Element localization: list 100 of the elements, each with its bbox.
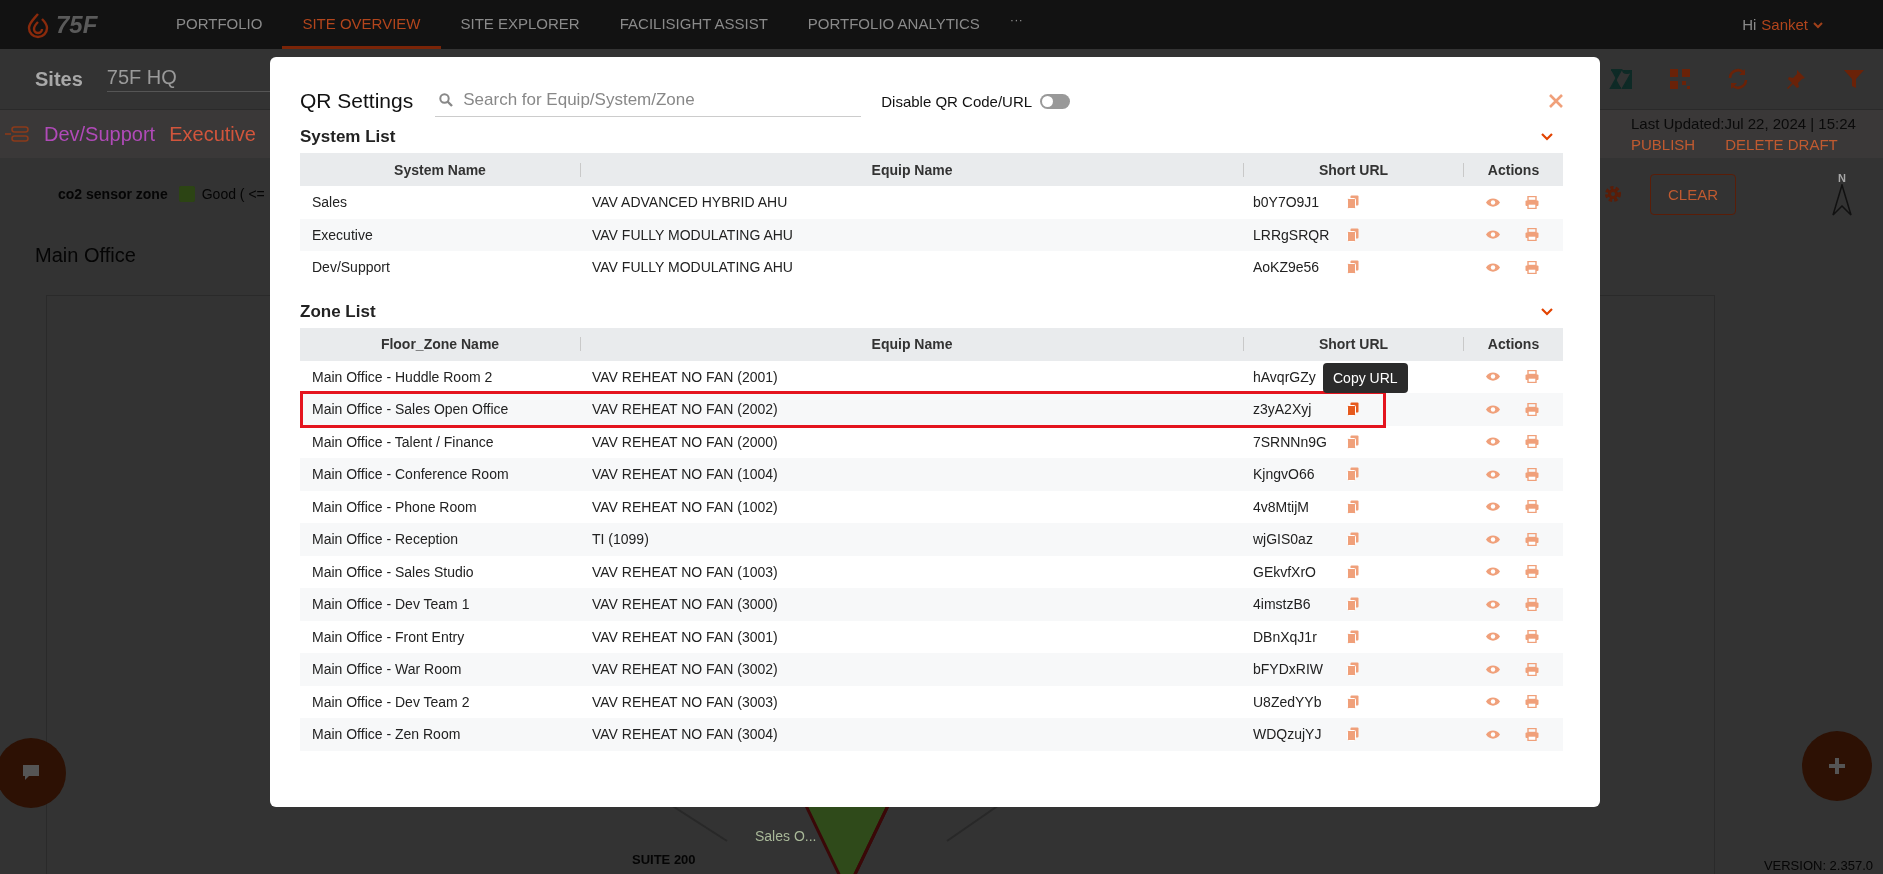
settings-icon[interactable] (1603, 184, 1623, 204)
draft-action-link[interactable]: PUBLISH (1631, 136, 1696, 153)
section-title: Zone List (300, 301, 376, 322)
eye-icon[interactable] (1485, 468, 1501, 480)
copy-icon[interactable] (1347, 727, 1359, 742)
printer-icon[interactable] (1525, 402, 1539, 416)
filter-tag[interactable]: Executive (169, 122, 256, 146)
eye-icon[interactable] (1485, 501, 1501, 513)
eye-icon[interactable] (1485, 436, 1501, 448)
compass-north-label: N (1838, 172, 1846, 184)
table-cell-text: VAV FULLY MODULATING AHU (591, 259, 794, 276)
table-cell-text: Main Office - Sales Open Office (311, 401, 510, 418)
printer-icon[interactable] (1525, 565, 1539, 579)
short-url-text: U8ZedYYb (1253, 693, 1323, 710)
nav-tab[interactable]: FACILISIGHT ASSIST (599, 0, 788, 49)
table-cell-text: VAV REHEAT NO FAN (3000) (591, 596, 779, 613)
toggle-label: Disable QR Code/URL (881, 92, 1033, 110)
copy-icon[interactable] (1347, 195, 1359, 210)
table-cell-text: VAV FULLY MODULATING AHU (591, 226, 794, 243)
eye-icon[interactable] (1485, 696, 1501, 708)
filter-tag[interactable]: Dev/Support (44, 122, 156, 146)
short-url-text: GEkvfXrO (1253, 563, 1317, 580)
table-cell-text: VAV REHEAT NO FAN (3001) (591, 628, 779, 645)
zone-label: Sales O... (755, 828, 817, 844)
copy-icon[interactable] (1347, 402, 1359, 417)
caret-icon (1813, 20, 1823, 29)
copy-icon[interactable] (1347, 597, 1359, 612)
eye-icon[interactable] (1485, 371, 1501, 383)
table-cell-text: VAV REHEAT NO FAN (3003) (591, 693, 779, 710)
short-url-text: 4imstzB6 (1253, 596, 1312, 613)
search-icon (439, 92, 454, 107)
copy-icon[interactable] (1347, 694, 1359, 709)
printer-icon[interactable] (1525, 662, 1539, 676)
nav-tab[interactable]: PORTFOLIO (156, 0, 283, 49)
copy-icon[interactable] (1347, 662, 1359, 677)
printer-icon[interactable] (1525, 370, 1539, 384)
eye-icon[interactable] (1485, 403, 1501, 415)
copy-icon[interactable] (1347, 260, 1359, 275)
eye-icon[interactable] (1485, 728, 1501, 740)
plus-icon (1828, 757, 1846, 775)
refresh-icon[interactable] (1727, 68, 1749, 90)
qr-grid-icon[interactable] (1669, 68, 1691, 90)
printer-icon[interactable] (1525, 228, 1539, 242)
printer-icon[interactable] (1525, 195, 1539, 209)
copy-icon[interactable] (1347, 467, 1359, 482)
short-url-text: b0Y7O9J1 (1253, 194, 1321, 211)
pin-icon[interactable] (1785, 68, 1807, 90)
copy-icon[interactable] (1347, 564, 1359, 579)
draft-action-link[interactable]: DELETE DRAFT (1725, 136, 1838, 153)
column-header: Actions (1463, 162, 1563, 177)
eye-icon[interactable] (1485, 598, 1501, 610)
short-url-text: 7SRNNn9G (1253, 433, 1328, 450)
table-cell-text: VAV REHEAT NO FAN (2001) (591, 368, 779, 385)
short-url-text: DBnXqJ1r (1253, 628, 1318, 645)
short-url-text: wjGIS0az (1253, 531, 1314, 548)
eye-icon[interactable] (1485, 663, 1501, 675)
printer-icon[interactable] (1525, 597, 1539, 611)
eye-icon[interactable] (1485, 229, 1501, 241)
table-cell-text: Main Office - Front Entry (311, 628, 466, 645)
sites-label: Sites (35, 67, 83, 91)
printer-icon[interactable] (1525, 467, 1539, 481)
printer-icon[interactable] (1525, 695, 1539, 709)
copy-icon[interactable] (1347, 532, 1359, 547)
printer-icon[interactable] (1525, 260, 1539, 274)
copy-icon[interactable] (1347, 434, 1359, 449)
printer-icon[interactable] (1525, 532, 1539, 546)
eye-icon[interactable] (1485, 566, 1501, 578)
nav-tab[interactable]: SITE OVERVIEW (282, 0, 441, 49)
printer-icon[interactable] (1525, 630, 1539, 644)
filter-icon[interactable] (1843, 68, 1865, 90)
table-cell-text: Main Office - Talent / Finance (311, 433, 495, 450)
column-header: Short URL (1243, 162, 1463, 177)
copy-icon[interactable] (1347, 499, 1359, 514)
eye-icon[interactable] (1485, 196, 1501, 208)
printer-icon[interactable] (1525, 435, 1539, 449)
table-cell-text: VAV REHEAT NO FAN (3002) (591, 661, 779, 678)
chevron-icon[interactable] (1541, 133, 1553, 141)
eye-icon[interactable] (1485, 631, 1501, 643)
user-menu[interactable]: Sanket (1761, 16, 1808, 33)
nav-tab[interactable]: SITE EXPLORER (440, 0, 600, 49)
toggle-switch[interactable] (1040, 93, 1071, 109)
clear-button[interactable]: CLEAR (1650, 173, 1736, 215)
printer-icon[interactable] (1525, 500, 1539, 514)
nav-tab[interactable]: PORTFOLIO ANALYTICS (787, 0, 1000, 49)
chevron-icon[interactable] (1541, 307, 1553, 316)
close-icon[interactable] (1549, 94, 1563, 108)
eye-icon[interactable] (1485, 261, 1501, 273)
eye-icon[interactable] (1485, 533, 1501, 545)
table-cell-text: Main Office - Reception (311, 531, 460, 548)
short-url-text: AoKZ9e56 (1253, 259, 1321, 276)
chat-bubble-icon (21, 764, 41, 782)
section-title: System List (300, 127, 396, 147)
more-menu[interactable]: ··· (999, 0, 1033, 49)
table-cell-text: Main Office - Huddle Room 2 (311, 368, 494, 385)
table-cell-text: VAV REHEAT NO FAN (3004) (591, 726, 779, 743)
column-header: Floor_Zone Name (379, 336, 501, 352)
copy-icon[interactable] (1347, 629, 1359, 644)
printer-icon[interactable] (1525, 727, 1539, 741)
copy-icon[interactable] (1347, 227, 1359, 242)
short-url-text: WDQzujYJ (1253, 726, 1323, 743)
